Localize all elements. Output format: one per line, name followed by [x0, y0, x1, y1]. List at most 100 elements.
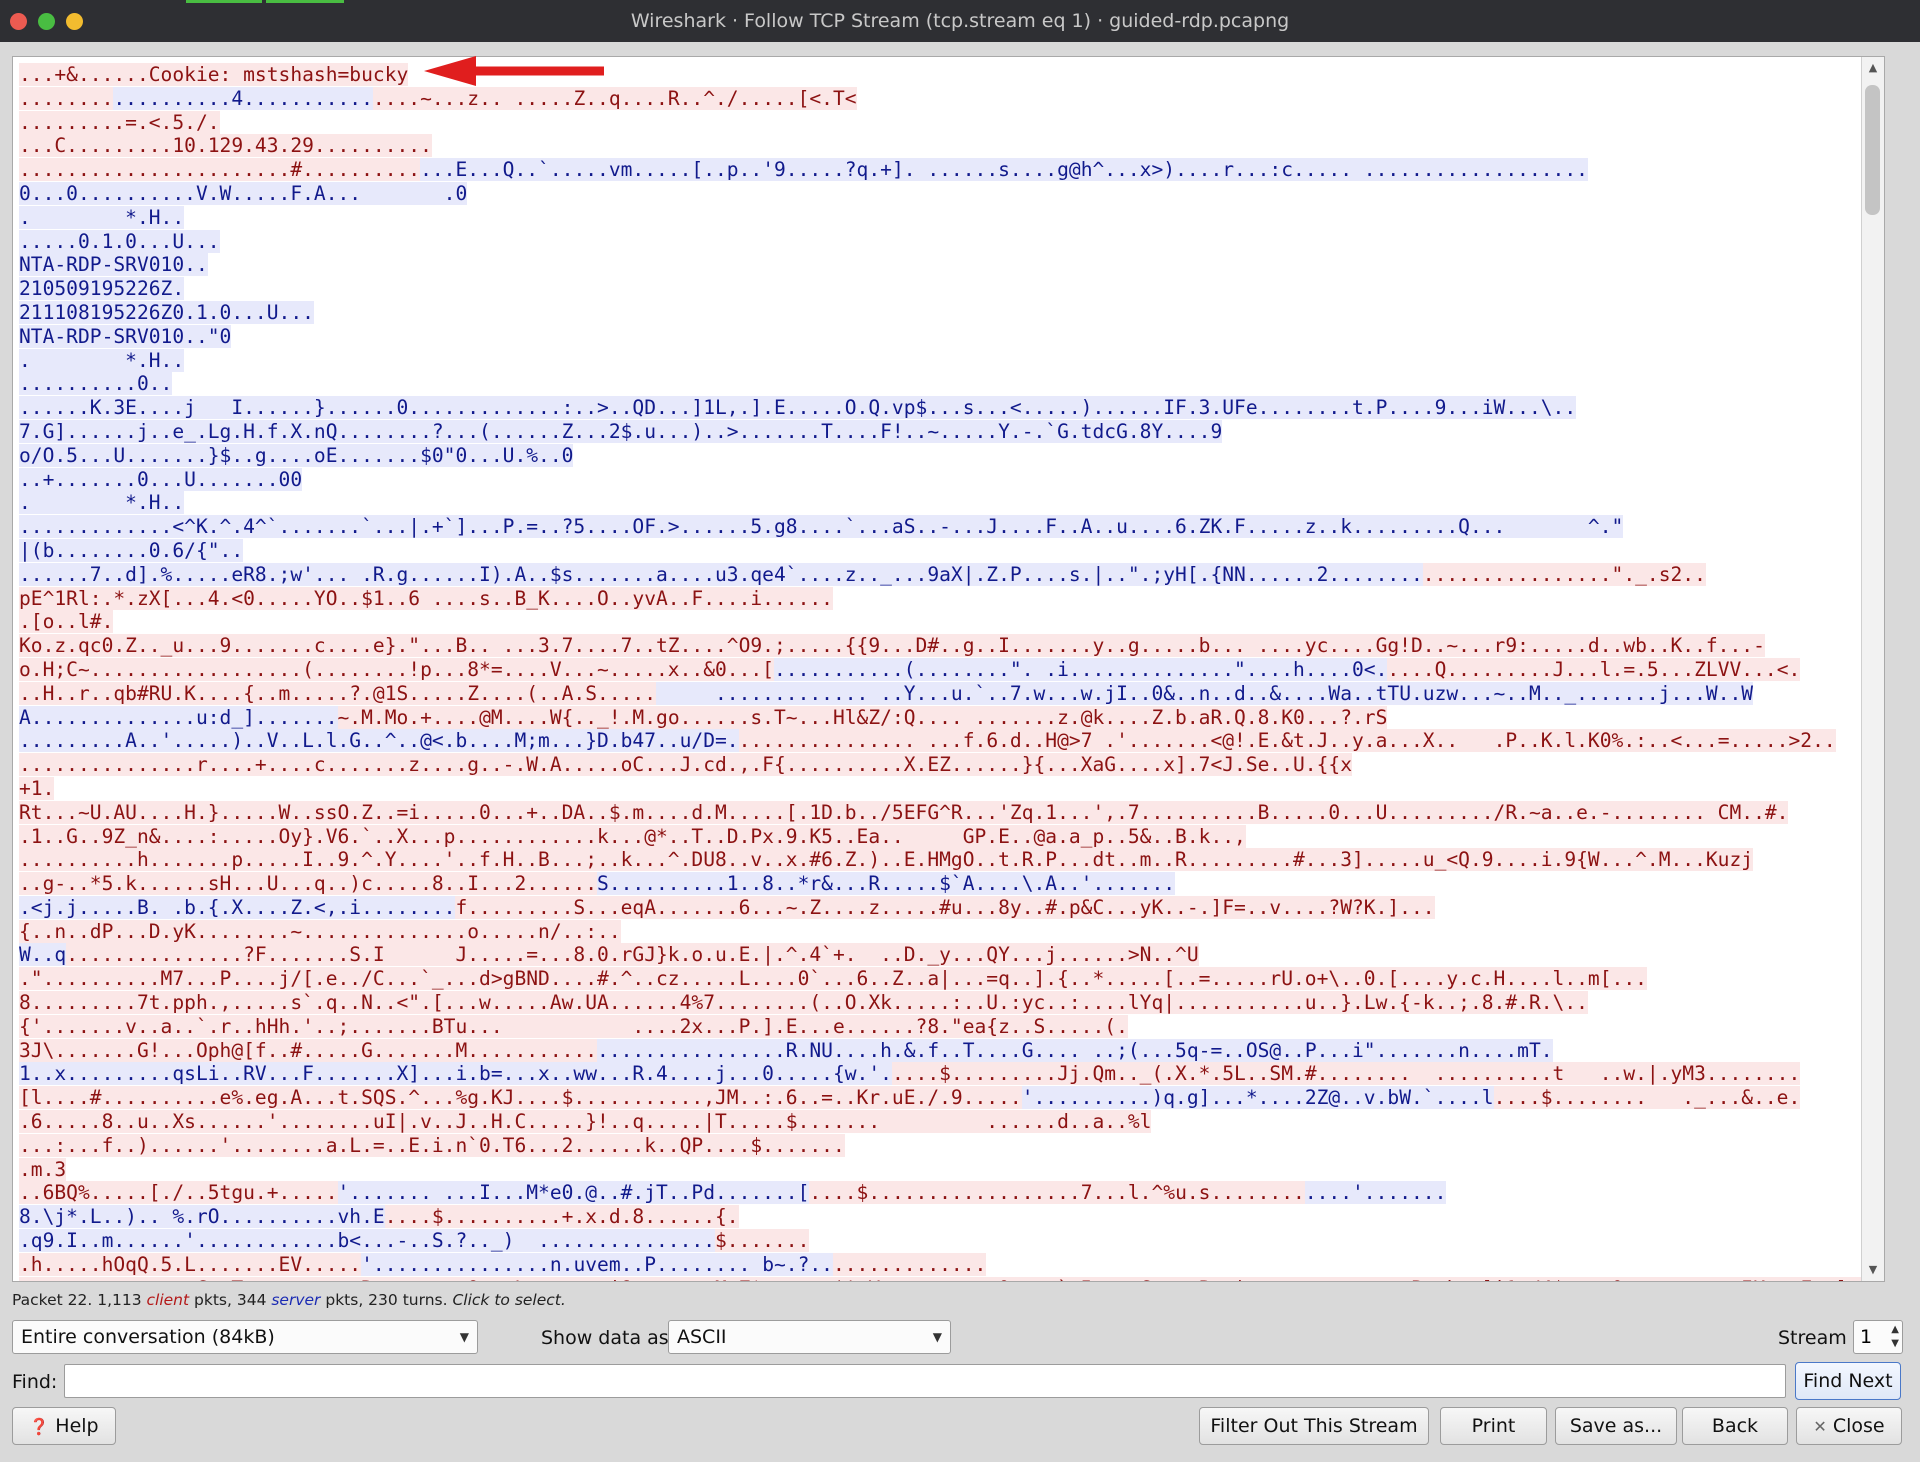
stream-content-view[interactable]: ...+&......Cookie: mstshash=bucky.......… — [12, 56, 1885, 1282]
client-data-segment[interactable]: Ko.z.qc0.Z.._u...9.......c....e}."...B..… — [19, 634, 1765, 658]
stream-line[interactable]: . *.H.. — [19, 205, 1869, 230]
stream-line[interactable]: 3J\.......G!...Oph@[f..#.....G.......M..… — [19, 1038, 1869, 1063]
server-data-segment[interactable]: ..........0.. — [19, 372, 173, 396]
client-data-segment[interactable]: ....Q.........J...l.=.5...ZLVV...<. — [1387, 657, 1801, 681]
stream-line[interactable]: 211108195226Z0.1.0...U... — [19, 300, 1869, 325]
server-data-segment[interactable]: 7.G]......j..e_.Lg.H.f.X.nQ........?...(… — [19, 419, 1223, 443]
client-data-segment[interactable]: ..6BQ%.....[./..5tgu.+..... — [19, 1181, 338, 1205]
stream-line[interactable]: 7.G]......j..e_.Lg.H.f.X.nQ........?...(… — [19, 419, 1869, 444]
stream-line[interactable]: ..+.......0...U.......00 — [19, 467, 1869, 492]
stream-line[interactable]: ......K.3E....j I......}......0.........… — [19, 396, 1869, 420]
server-data-segment[interactable]: NTA-RDP-SRV010.. — [19, 253, 208, 277]
server-data-segment[interactable]: .............<^K.^.4^`.......`...|.+`]..… — [19, 515, 1624, 539]
client-data-segment[interactable]: ..H..r..qb#RU.K....{..m.....?.@1S.....Z.… — [19, 681, 657, 705]
conversation-select[interactable]: Entire conversation (84kB) ▼ — [12, 1320, 478, 1354]
client-data-segment[interactable]: ........ — [19, 86, 114, 110]
stream-line[interactable]: Rt...~U.AU....H.}.....W..ssO.Z..=i.....0… — [19, 800, 1869, 825]
stream-line[interactable]: .[o..l#. — [19, 610, 1869, 634]
stream-line[interactable]: ..g-..*5.k......sH...U...q..)c.....8..I.… — [19, 872, 1869, 896]
server-data-segment[interactable]: ..+.......0...U.......00 — [19, 467, 303, 491]
client-data-segment[interactable]: .m.3 — [19, 1157, 67, 1181]
stream-line[interactable]: .......................#.............E..… — [19, 158, 1869, 182]
client-data-segment[interactable]: .6.....8..u..Xs......'........uI|.v..J..… — [19, 1110, 1152, 1134]
stream-line[interactable]: |(b........0.6/{".. — [19, 538, 1869, 563]
server-data-segment[interactable]: o/O.5...U.......}$..g....oE.......$0"0..… — [19, 443, 574, 467]
spin-arrows-icon[interactable]: ▲ ▼ — [1891, 1323, 1899, 1351]
client-data-segment[interactable]: 8.........7t.pph.,.....s`.q..N..<".[...w… — [19, 991, 1588, 1015]
stream-line[interactable]: 8.........7t.pph.,.....s`.q..N..<".[...w… — [19, 991, 1869, 1015]
stream-line[interactable]: ......g..r..v..C.zT..........R....r>.vO.… — [19, 1276, 1884, 1281]
server-data-segment[interactable]: |(b........0.6/{".. — [19, 538, 244, 562]
client-data-segment[interactable]: .......................#.......... — [19, 158, 421, 182]
stream-line[interactable]: .............<^K.^.4^`.......`...|.+`]..… — [19, 515, 1869, 539]
close-button[interactable]: ✕ Close — [1796, 1407, 1902, 1445]
client-data-segment[interactable]: [l....#..........e%.eg.A...t.SQS.^...%g.… — [19, 1086, 1022, 1110]
server-data-segment[interactable]: NTA-RDP-SRV010.."0 — [19, 324, 232, 348]
client-data-segment[interactable]: Rt...~U.AU....H.}.....W..ssO.Z..=i.....0… — [19, 800, 1789, 824]
server-data-segment[interactable]: . *.H.. — [19, 348, 185, 372]
client-data-segment[interactable]: +1. — [19, 776, 55, 800]
stream-line[interactable]: [l....#..........e%.eg.A...t.SQS.^...%g.… — [19, 1086, 1869, 1110]
stream-line[interactable]: A..............u:d_].......~.M.Mo.+....@… — [19, 705, 1869, 730]
server-data-segment[interactable]: ................R.NU....h.&.f..T....G...… — [597, 1038, 1553, 1062]
client-data-segment[interactable]: ....~...z.. .....Z..q....R..^./.....[<.T… — [372, 86, 857, 110]
stream-line[interactable]: . *.H.. — [19, 491, 1869, 515]
filter-out-stream-button[interactable]: Filter Out This Stream — [1199, 1407, 1429, 1445]
client-data-segment[interactable]: ....$.........Jj.Qm.._(.X.*.5L..SM.#....… — [891, 1062, 1801, 1086]
server-data-segment[interactable]: . *.H.. — [19, 491, 185, 515]
stream-line[interactable]: o/O.5...U.......}$..g....oE.......$0"0..… — [19, 443, 1869, 468]
stream-line[interactable]: 0...0..........V.W.....F.A... .0 — [19, 181, 1869, 206]
client-data-segment[interactable]: $....... — [715, 1229, 810, 1253]
server-data-segment[interactable]: ......7..d].%.....eR8.;w'... .R.g......I… — [19, 562, 1423, 586]
show-data-as-select[interactable]: ASCII ▼ — [668, 1320, 951, 1354]
status-line[interactable]: Packet 22. 1,113 client pkts, 344 server… — [12, 1291, 566, 1309]
client-data-segment[interactable]: ..g-..*5.k......sH...U...q..)c.....8..I.… — [19, 872, 598, 896]
vertical-scrollbar[interactable]: ▲ ▼ — [1861, 57, 1884, 1281]
client-data-segment[interactable]: ~.M.Mo.+....@M....W{.._!.M.go......s.T~.… — [337, 705, 1388, 729]
client-data-segment[interactable]: ....$..........+.x.d.8......{. — [384, 1205, 739, 1229]
scroll-down-icon[interactable]: ▼ — [1862, 1259, 1884, 1281]
stream-line[interactable]: {'.......v..a..`.r..hHh.'..;.......BTu..… — [19, 1014, 1869, 1039]
server-data-segment[interactable]: '...............n.uvem..P........ b~.?.. — [361, 1252, 833, 1276]
scroll-up-icon[interactable]: ▲ — [1862, 57, 1884, 79]
stream-line[interactable]: ."..........M7...P....j/[.e../C...`_...d… — [19, 967, 1869, 991]
client-data-segment[interactable]: 3J\.......G!...Oph@[f..#.....G.......M..… — [19, 1038, 598, 1062]
server-data-segment[interactable]: ......K.3E....j I......}......0.........… — [19, 396, 1577, 420]
stream-line[interactable]: ......7..d].%.....eR8.;w'... .R.g......I… — [19, 562, 1869, 587]
stream-line[interactable]: NTA-RDP-SRV010.. — [19, 253, 1869, 277]
client-data-segment[interactable]: o.H;C~..................(........!p...8*… — [19, 657, 774, 681]
server-data-segment[interactable]: A..............u:d_]....... — [19, 705, 338, 729]
server-data-segment[interactable]: '....... ...I...M*e0.@..#.jT..Pd.......[ — [337, 1181, 810, 1205]
client-data-segment[interactable]: ..........h.......p.....I..9.^.Y....'..f… — [19, 848, 1754, 872]
server-data-segment[interactable]: ............. ..Y...u.`..7.w...w.jI..0&.… — [656, 681, 1754, 705]
client-data-segment[interactable]: ...............?F.......S.I J.....=...8.… — [66, 943, 1199, 967]
server-data-segment[interactable]: 211108195226Z0.1.0...U... — [19, 300, 314, 324]
stream-line[interactable]: o.H;C~..................(........!p...8*… — [19, 657, 1869, 682]
stream-line[interactable]: . *.H.. — [19, 348, 1869, 373]
stream-line[interactable]: W..q...............?F.......S.I J.....=.… — [19, 943, 1869, 967]
stream-line[interactable]: .........=.<.5./. — [19, 110, 1869, 135]
find-input[interactable] — [64, 1364, 1786, 1398]
server-data-segment[interactable]: 1..x.........qsLi..RV...F.......X]...i.b… — [19, 1062, 892, 1086]
window-close-icon[interactable] — [10, 13, 27, 30]
client-data-segment[interactable]: ....$..................7...l.^%u.s......… — [809, 1181, 1305, 1205]
stream-line[interactable]: ..6BQ%.....[./..5tgu.+.....'....... ...I… — [19, 1181, 1869, 1205]
client-data-segment[interactable]: ...:...f..)......'........a.L.=..E.i.n`0… — [19, 1133, 845, 1157]
stream-line[interactable]: .1..G..9Z_n&....:.....Oy}.V6.`..X...p...… — [19, 824, 1869, 849]
server-data-segment[interactable]: ...E...Q..`.....vm.....[..p..'9.....?q.+… — [420, 158, 1588, 182]
stream-line[interactable]: ...:...f..)......'........a.L.=..E.i.n`0… — [19, 1133, 1869, 1158]
help-button[interactable]: ❓ Help — [12, 1407, 116, 1445]
client-data-segment[interactable]: ............. — [832, 1252, 987, 1276]
client-data-segment[interactable]: .1..G..9Z_n&....:.....Oy}.V6.`..X...p...… — [19, 824, 1246, 848]
stream-line[interactable]: 8.\j*.L..).. %.rO..........vh.E....$....… — [19, 1205, 1869, 1229]
server-data-segment[interactable]: ....'....... — [1304, 1181, 1447, 1205]
server-data-segment[interactable]: ...........(........". .i.............."… — [773, 657, 1388, 681]
stream-line[interactable]: ...............r....+....c.......z....g.… — [19, 753, 1869, 777]
stream-line[interactable]: NTA-RDP-SRV010.."0 — [19, 324, 1869, 349]
stream-line[interactable]: 1..x.........qsLi..RV...F.......X]...i.b… — [19, 1062, 1869, 1086]
stream-line[interactable]: ..........0.. — [19, 372, 1869, 396]
stream-line[interactable]: .....0.1.0...U... — [19, 229, 1869, 254]
client-data-segment[interactable]: .........=.<.5./. — [19, 110, 220, 134]
client-data-segment[interactable]: ......g..r..v..C.zT..........R....r>.vO.… — [19, 1276, 1884, 1281]
server-data-segment[interactable]: W..q — [19, 943, 67, 967]
